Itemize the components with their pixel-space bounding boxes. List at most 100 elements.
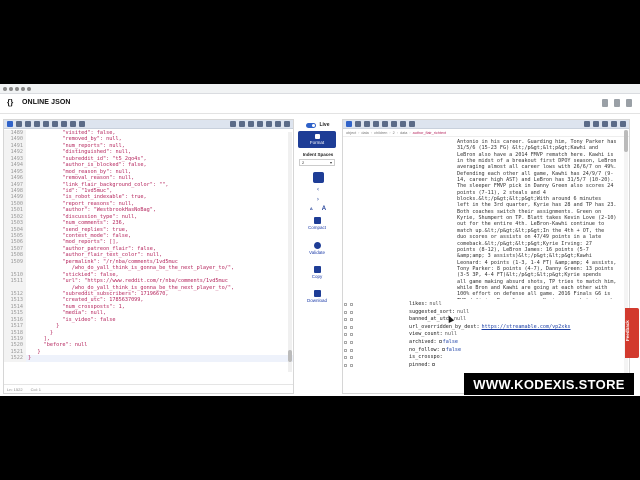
scroll-thumb[interactable] <box>288 350 292 362</box>
collapse-all-icon[interactable] <box>382 121 388 127</box>
tree-row[interactable]: banned_at_utc: null <box>343 316 629 324</box>
breadcrumb-item[interactable]: children <box>374 131 387 135</box>
fullscreen-icon[interactable] <box>626 99 632 107</box>
sort-icon[interactable] <box>52 121 58 127</box>
drag-handle-icon[interactable] <box>344 303 347 306</box>
drag-handle-icon[interactable] <box>344 363 347 367</box>
tree-key[interactable]: archived <box>409 339 434 347</box>
code-editor[interactable]: 1489 "visited": false, 1490 "removed_by":… <box>4 130 293 376</box>
tree-value[interactable]: null <box>455 309 469 317</box>
drag-handle-icon[interactable] <box>344 340 347 344</box>
tree-key[interactable]: banned_at_utc <box>409 316 449 324</box>
code-view-icon[interactable] <box>7 121 13 127</box>
tree-value[interactable] <box>430 362 436 370</box>
drag-handle-icon[interactable] <box>344 333 347 337</box>
code-view-icon[interactable] <box>346 121 352 127</box>
tree-row[interactable]: likes: null <box>343 301 629 309</box>
breadcrumb-item[interactable]: data <box>361 131 368 135</box>
open-file-icon[interactable] <box>584 121 590 127</box>
expand-all-icon[interactable] <box>373 121 379 127</box>
expand-icon[interactable] <box>620 121 626 127</box>
tree-key[interactable]: view_count <box>409 331 440 339</box>
checkbox-icon[interactable] <box>441 347 445 351</box>
tree-value[interactable]: null <box>427 301 441 309</box>
compact-icon[interactable] <box>43 121 49 127</box>
text-view-icon[interactable] <box>355 121 361 127</box>
selftext-html-value[interactable]: Antonio in his career. Guarding him, Ton… <box>457 139 629 299</box>
context-menu-icon[interactable] <box>350 303 353 306</box>
undo-icon[interactable] <box>409 121 415 127</box>
chevron-left-icon[interactable]: ‹ <box>297 186 339 193</box>
checkbox-icon[interactable] <box>432 362 436 366</box>
drag-handle-icon[interactable] <box>344 310 347 314</box>
save-icon[interactable] <box>239 121 245 127</box>
font-decrease-button[interactable]: A <box>310 206 313 212</box>
checkbox-icon[interactable] <box>438 339 442 343</box>
tree-row[interactable]: view_count: null <box>343 331 629 339</box>
drag-handle-icon[interactable] <box>344 356 347 360</box>
logo-icon[interactable]: {} <box>7 98 13 107</box>
tree-value[interactable] <box>443 354 445 362</box>
drag-handle-icon[interactable] <box>344 325 347 329</box>
left-scrollbar[interactable] <box>288 132 292 372</box>
tree-key[interactable]: pinned <box>409 362 427 370</box>
clear-icon[interactable] <box>275 121 281 127</box>
copy-button[interactable]: Copy <box>297 266 337 279</box>
drag-handle-icon[interactable] <box>344 348 347 352</box>
settings-icon[interactable] <box>614 99 620 107</box>
context-menu-icon[interactable] <box>350 356 353 360</box>
tree-row[interactable]: no_follow: false <box>343 347 629 355</box>
indent-select[interactable]: 2 <box>299 159 335 166</box>
drag-handle-icon[interactable] <box>344 318 347 322</box>
tree-row[interactable]: is_crosspo: <box>343 354 629 362</box>
tree-key[interactable]: likes <box>409 301 424 309</box>
tree-key[interactable]: no_follow <box>409 347 437 355</box>
context-menu-icon[interactable] <box>350 318 353 322</box>
validate-button[interactable]: Validate <box>297 242 337 255</box>
filter-icon[interactable] <box>400 121 406 127</box>
tree-key[interactable]: suggested_sort <box>409 309 452 317</box>
tree-view-icon[interactable] <box>25 121 31 127</box>
compact-button[interactable]: Compact <box>297 217 337 230</box>
repair-icon[interactable] <box>70 121 76 127</box>
breadcrumb-item[interactable]: object <box>346 131 356 135</box>
tree-value[interactable]: false <box>437 339 458 347</box>
context-menu-icon[interactable] <box>350 310 353 314</box>
tree-value[interactable]: null <box>443 331 457 339</box>
tree-row[interactable]: archived: false <box>343 339 629 347</box>
feedback-tab[interactable]: Feedback <box>625 308 639 358</box>
tree-key[interactable]: is_crosspo <box>409 354 440 362</box>
context-menu-icon[interactable] <box>350 340 353 344</box>
context-menu-icon[interactable] <box>350 325 353 329</box>
format-button[interactable]: Format <box>298 131 336 148</box>
filter-icon[interactable] <box>61 121 67 127</box>
format-icon[interactable] <box>34 121 40 127</box>
scroll-thumb[interactable] <box>624 130 628 152</box>
open-file-icon[interactable] <box>230 121 236 127</box>
undo-icon[interactable] <box>79 121 85 127</box>
sort-button[interactable] <box>312 172 324 183</box>
chevron-right-icon[interactable]: › <box>297 196 339 203</box>
tree-value[interactable]: false <box>440 347 461 355</box>
sort-icon[interactable] <box>391 121 397 127</box>
breadcrumb-item[interactable]: author_flair_richtext <box>413 131 446 135</box>
bookmark-icon[interactable] <box>602 99 608 107</box>
tree-key[interactable]: url_overridden_by_dest <box>409 324 476 332</box>
save-icon[interactable] <box>593 121 599 127</box>
tree-row[interactable]: url_overridden_by_dest: https://streamabl… <box>343 324 629 332</box>
tree-view-icon[interactable] <box>364 121 370 127</box>
code-line[interactable]: 1522} <box>4 355 293 362</box>
search-icon[interactable] <box>257 121 263 127</box>
context-menu-icon[interactable] <box>350 348 353 352</box>
context-menu-icon[interactable] <box>350 363 353 367</box>
copy-icon[interactable] <box>611 121 617 127</box>
font-increase-button[interactable]: A <box>322 206 326 212</box>
context-menu-icon[interactable] <box>350 333 353 337</box>
tree-row[interactable]: suggested_sort: null <box>343 309 629 317</box>
expand-icon[interactable] <box>284 121 290 127</box>
print-icon[interactable] <box>248 121 254 127</box>
text-view-icon[interactable] <box>16 121 22 127</box>
app-title[interactable]: ONLINE JSON <box>22 99 71 106</box>
download-button[interactable]: Download <box>297 290 337 303</box>
search-icon[interactable] <box>602 121 608 127</box>
